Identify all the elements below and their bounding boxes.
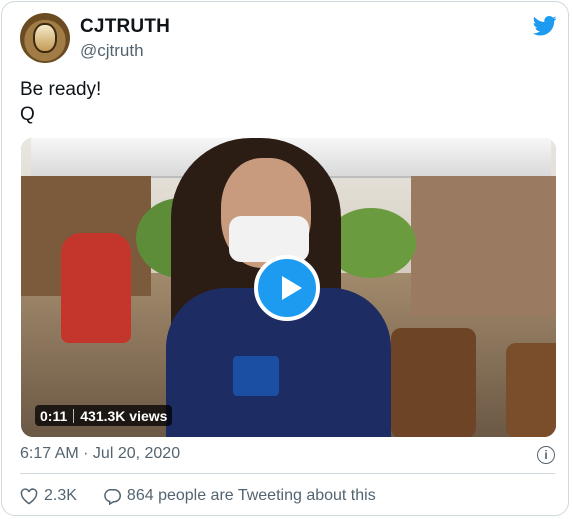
video-frame-person (61, 233, 131, 343)
video-frame-building (411, 176, 556, 316)
like-count: 2.3K (44, 487, 77, 504)
tweet-timestamp[interactable]: 6:17 AM · Jul 20, 2020 (20, 445, 180, 463)
video-player[interactable]: 0:11 431.3K views (21, 138, 556, 437)
tweet-card[interactable]: CJTRUTH @cjtruth Be ready! Q 0:11 431.3K… (1, 1, 569, 516)
display-name[interactable]: CJTRUTH (80, 16, 170, 38)
tweeting-count: 864 people are Tweeting about this (126, 487, 376, 504)
video-frame-barrel (391, 328, 476, 437)
video-frame-microphone (233, 356, 279, 396)
tweet-text-line: Be ready! (20, 79, 102, 100)
play-button[interactable] (254, 255, 320, 321)
avatar[interactable] (20, 13, 70, 63)
video-frame-face-mask (229, 216, 309, 262)
video-frame-barrel (506, 343, 556, 437)
tweet-actions: 2.3K 864 people are Tweeting about this (20, 487, 376, 505)
like-action[interactable]: 2.3K (20, 487, 77, 505)
info-icon[interactable]: i (537, 446, 555, 464)
divider (20, 473, 555, 474)
conversation-action[interactable]: 864 people are Tweeting about this (103, 487, 376, 505)
twitter-bird-icon[interactable] (533, 16, 557, 36)
tweet-text-line: Q (20, 104, 35, 125)
heart-icon (20, 487, 38, 505)
video-views: 431.3K views (80, 407, 168, 424)
play-icon (282, 276, 302, 300)
speech-bubble-icon (104, 488, 121, 505)
overlay-divider (73, 408, 75, 423)
tweet-text: Be ready! Q (20, 77, 101, 127)
video-stats-overlay: 0:11 431.3K views (35, 405, 173, 426)
avatar-image (33, 23, 57, 53)
user-handle[interactable]: @cjtruth (80, 41, 144, 61)
video-duration: 0:11 (40, 407, 68, 424)
